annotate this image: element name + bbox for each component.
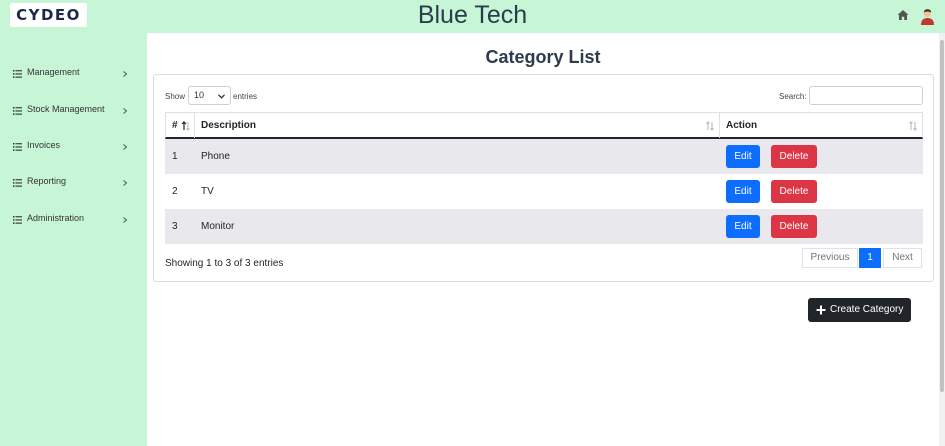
sort-ascending-icon[interactable] [181, 121, 191, 131]
table-row: 1 Phone Edit Delete [165, 139, 923, 174]
create-category-label: Create Category [830, 304, 904, 315]
table-header: # Description Action [165, 112, 923, 139]
chevron-down-icon [218, 94, 225, 99]
list-icon [13, 143, 22, 151]
plus-icon [816, 305, 826, 315]
chevron-right-icon [123, 71, 127, 77]
list-icon [13, 179, 22, 187]
top-bar: CYDEO Blue Tech [0, 0, 945, 33]
column-divider [719, 113, 720, 138]
show-label: Show [165, 92, 186, 101]
table-info: Showing 1 to 3 of 3 entries [165, 258, 284, 269]
sort-icon[interactable] [705, 121, 715, 131]
column-header-description[interactable]: Description [201, 113, 256, 138]
create-category-button[interactable]: Create Category [808, 298, 911, 322]
list-icon [13, 107, 22, 115]
column-header-number[interactable]: # [172, 113, 178, 138]
search-input[interactable] [809, 86, 923, 105]
entries-label: entries [233, 92, 258, 101]
delete-button[interactable]: Delete [771, 215, 817, 238]
sidebar-item-stock-management[interactable]: Stock Management [0, 101, 147, 121]
user-avatar-icon[interactable] [919, 7, 936, 25]
column-divider [194, 113, 195, 138]
edit-button[interactable]: Edit [726, 180, 760, 203]
sidebar-item-label: Invoices [27, 140, 61, 150]
column-header-action[interactable]: Action [726, 113, 757, 138]
row-description: TV [201, 186, 214, 197]
page-title: Category List [485, 47, 601, 67]
delete-button[interactable]: Delete [771, 180, 817, 203]
next-page-button[interactable]: Next [883, 248, 922, 268]
chevron-right-icon [123, 180, 127, 186]
row-description: Monitor [201, 221, 235, 232]
app-title: Blue Tech [417, 1, 528, 29]
row-number: 1 [172, 151, 178, 162]
previous-page-button[interactable]: Previous [802, 248, 858, 268]
table-row: 2 TV Edit Delete [165, 174, 923, 209]
table-row: 3 Monitor Edit Delete [165, 209, 923, 244]
sidebar-item-administration[interactable]: Administration [0, 210, 147, 230]
entries-length-select[interactable]: 10 [188, 86, 231, 105]
edit-button[interactable]: Edit [726, 145, 760, 168]
entries-length-value: 10 [194, 90, 205, 100]
sidebar-item-label: Reporting [27, 176, 67, 186]
list-icon [13, 216, 22, 224]
sidebar-item-invoices[interactable]: Invoices [0, 137, 147, 157]
search-label: Search: [779, 92, 807, 101]
sidebar: Management Stock Management Invoices Rep… [0, 33, 147, 446]
home-icon[interactable] [897, 9, 909, 21]
page-scrollbar-thumb[interactable] [940, 40, 944, 392]
sidebar-item-label: Management [27, 67, 80, 77]
sidebar-item-label: Stock Management [27, 104, 105, 114]
row-description: Phone [201, 151, 230, 162]
sidebar-item-reporting[interactable]: Reporting [0, 173, 147, 193]
delete-button[interactable]: Delete [771, 145, 817, 168]
sidebar-item-label: Administration [27, 213, 85, 223]
row-number: 3 [172, 221, 178, 232]
edit-button[interactable]: Edit [726, 215, 760, 238]
sidebar-item-management[interactable]: Management [0, 64, 147, 84]
chevron-right-icon [123, 217, 127, 223]
category-table: # Description Action 1 Phone Edit Delete… [165, 112, 923, 244]
chevron-right-icon [123, 108, 127, 114]
chevron-right-icon [123, 144, 127, 150]
list-icon [13, 70, 22, 78]
sort-icon[interactable] [908, 121, 918, 131]
page-1-button[interactable]: 1 [859, 248, 881, 268]
row-number: 2 [172, 186, 178, 197]
